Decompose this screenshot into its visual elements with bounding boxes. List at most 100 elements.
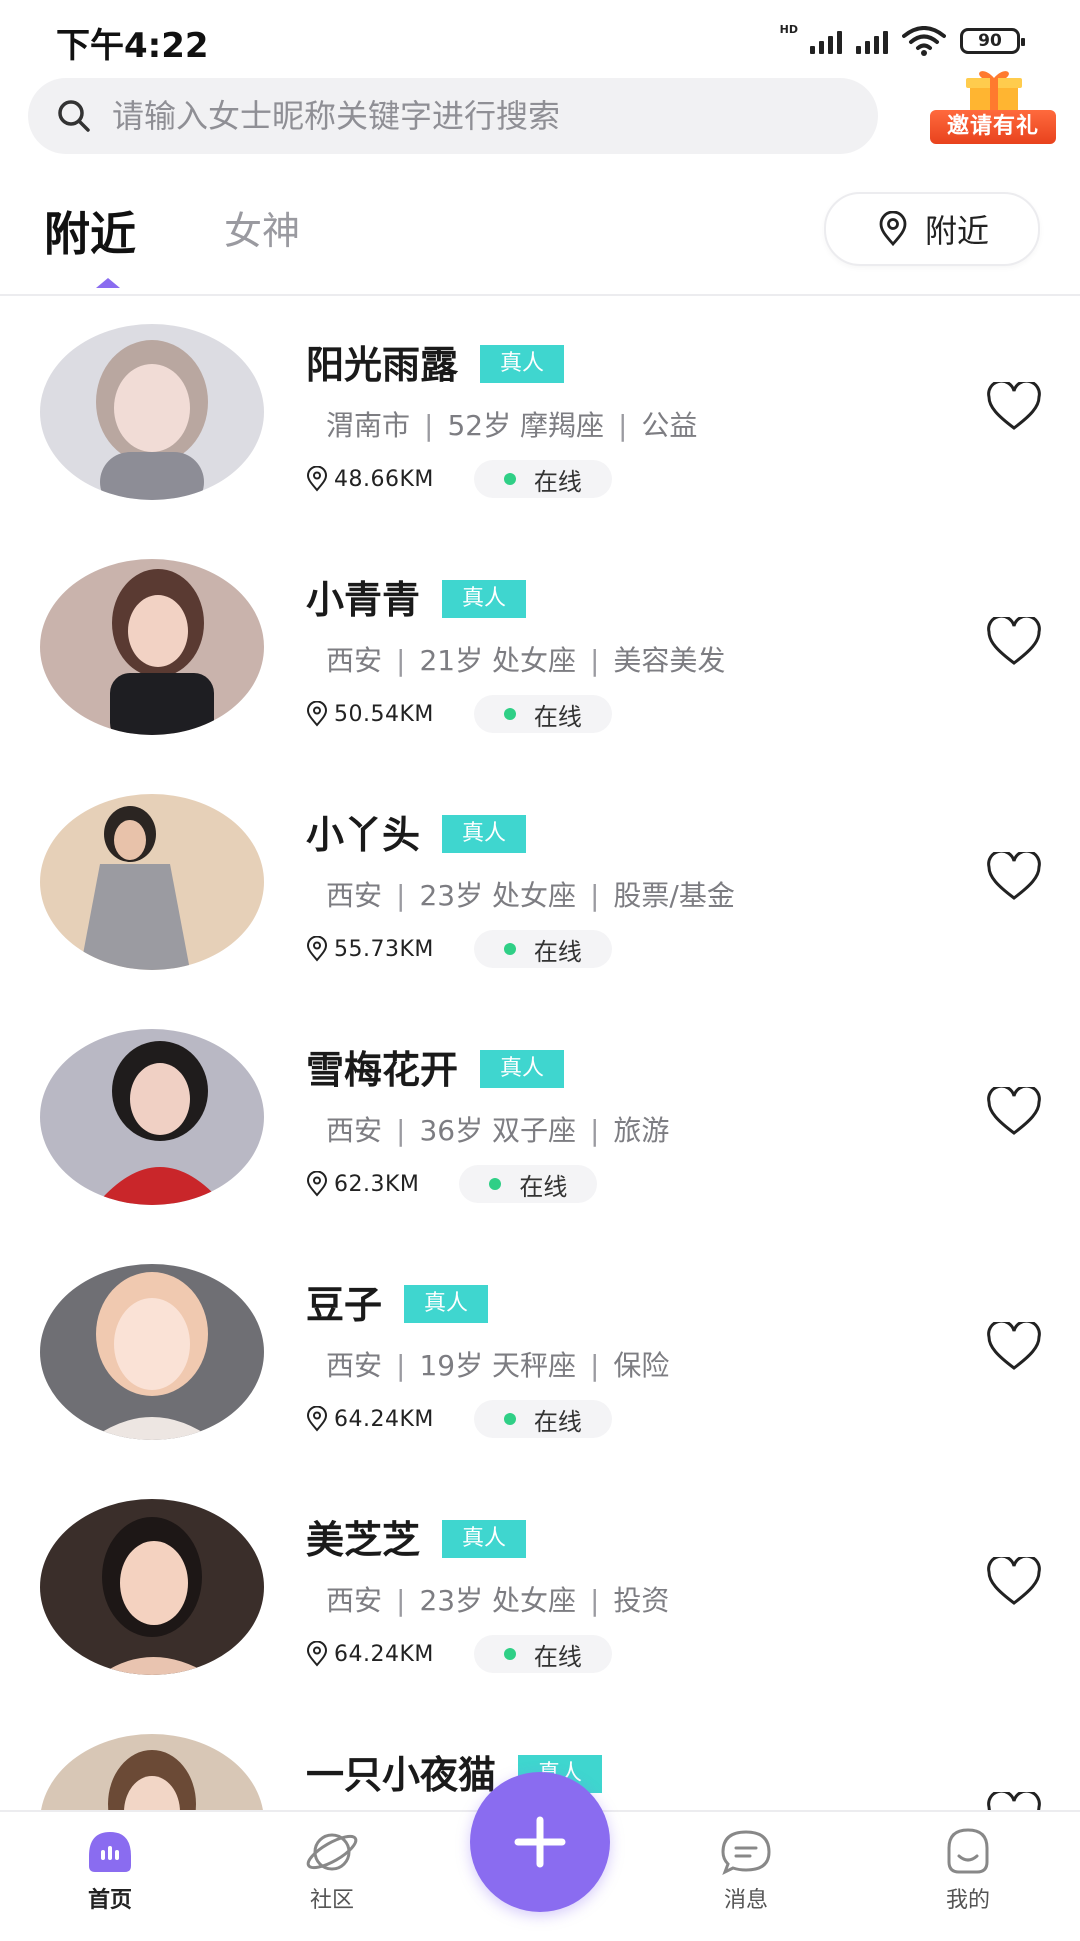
user-name: 小丫头 真人 <box>306 804 527 859</box>
online-dot <box>503 708 516 720</box>
search-icon <box>58 100 90 132</box>
heart-icon[interactable] <box>986 852 1042 902</box>
user-card[interactable]: 豆子 真人 西安 | 19岁 天秤座 | 保险 64.24KM 在线 <box>0 1236 1080 1471</box>
signal-icon <box>810 28 842 54</box>
nav-messages[interactable]: 消息 <box>686 1826 806 1914</box>
distance: 48.66KM <box>334 466 434 492</box>
heart-icon[interactable] <box>986 1087 1042 1137</box>
home-icon <box>89 1832 131 1872</box>
user-meta: 50.54KM 在线 <box>304 695 612 733</box>
user-card[interactable]: 小青青 真人 西安 | 21岁 处女座 | 美容美发 50.54KM 在线 <box>0 531 1080 766</box>
wifi-icon <box>902 26 946 56</box>
distance: 62.3KM <box>334 1171 420 1197</box>
heart-icon[interactable] <box>986 617 1042 667</box>
user-info: 西安 | 23岁 处女座 | 股票/基金 <box>326 879 735 912</box>
verified-badge: 真人 <box>480 344 565 383</box>
distance: 64.24KM <box>334 1406 434 1432</box>
invite-label: 邀请有礼 <box>930 110 1056 144</box>
user-meta: 55.73KM 在线 <box>304 930 612 968</box>
online-dot <box>503 473 516 485</box>
location-pin-icon <box>879 211 907 247</box>
online-status: 在线 <box>473 460 612 498</box>
planet-icon <box>306 1833 358 1871</box>
user-name: 小青青 真人 <box>306 569 527 624</box>
tab-nearby[interactable]: 附近 <box>44 198 136 264</box>
network-type: HD <box>779 22 798 36</box>
location-pin-icon <box>306 466 328 492</box>
user-name: 豆子 真人 <box>306 1274 489 1329</box>
user-card[interactable]: 阳光雨露 真人 渭南市 | 52岁 摩羯座 | 公益 48.66KM 在线 <box>0 296 1080 531</box>
tab-bar: 附近 女神 附近 <box>0 190 1080 296</box>
online-dot <box>503 1648 516 1660</box>
plus-icon <box>514 1816 566 1868</box>
nav-community-label: 社区 <box>309 1888 354 1913</box>
distance: 55.73KM <box>334 936 434 962</box>
online-dot <box>503 943 516 955</box>
status-bar: 下午4:22 HD 90 <box>0 0 1080 72</box>
location-filter-button[interactable]: 附近 <box>824 192 1040 266</box>
heart-icon[interactable] <box>986 1557 1042 1607</box>
user-info: 西安 | 36岁 双子座 | 旅游 <box>326 1114 670 1147</box>
online-status: 在线 <box>459 1165 598 1203</box>
signal-icon <box>856 28 888 54</box>
user-info: 西安 | 23岁 处女座 | 投资 <box>326 1584 670 1617</box>
user-meta: 62.3KM 在线 <box>304 1165 598 1203</box>
location-pin-icon <box>306 1171 328 1197</box>
verified-badge: 真人 <box>442 579 527 618</box>
location-pin-icon <box>306 701 328 727</box>
verified-badge: 真人 <box>404 1284 489 1323</box>
user-info: 西安 | 21岁 处女座 | 美容美发 <box>326 644 726 677</box>
avatar <box>40 1264 264 1440</box>
user-card[interactable]: 美芝芝 真人 西安 | 23岁 处女座 | 投资 64.24KM 在线 <box>0 1471 1080 1706</box>
tab-goddess[interactable]: 女神 <box>224 200 300 255</box>
tab-indicator <box>96 278 120 288</box>
user-card[interactable]: 雪梅花开 真人 西安 | 36岁 双子座 | 旅游 62.3KM 在线 <box>0 1001 1080 1236</box>
online-status: 在线 <box>473 1635 612 1673</box>
location-pin-icon <box>306 936 328 962</box>
online-dot <box>503 1413 516 1425</box>
user-card[interactable]: 小丫头 真人 西安 | 23岁 处女座 | 股票/基金 55.73KM 在线 <box>0 766 1080 1001</box>
search-bar[interactable] <box>28 78 878 154</box>
avatar <box>40 1499 264 1675</box>
nav-mine-label: 我的 <box>945 1888 990 1913</box>
nav-community[interactable]: 社区 <box>272 1826 392 1914</box>
user-list: 阳光雨露 真人 渭南市 | 52岁 摩羯座 | 公益 48.66KM 在线 小青青 真人 西… <box>0 296 1080 1941</box>
heart-icon[interactable] <box>986 1322 1042 1372</box>
user-meta: 48.66KM 在线 <box>304 460 612 498</box>
verified-badge: 真人 <box>442 814 527 853</box>
location-pin-icon <box>306 1406 328 1432</box>
message-icon <box>721 1830 771 1876</box>
battery-icon: 90 <box>960 28 1025 54</box>
avatar <box>40 559 264 735</box>
nav-home-label: 首页 <box>87 1888 132 1913</box>
distance: 50.54KM <box>334 701 434 727</box>
heart-icon[interactable] <box>986 382 1042 432</box>
status-icons: HD 90 <box>779 22 1025 56</box>
avatar <box>40 794 264 970</box>
location-pin-icon <box>306 1641 328 1667</box>
distance: 64.24KM <box>334 1641 434 1667</box>
location-filter-label: 附近 <box>924 212 989 250</box>
gift-icon <box>966 71 1022 114</box>
status-time: 下午4:22 <box>56 26 209 66</box>
search-input[interactable] <box>110 96 834 136</box>
user-info: 渭南市 | 52岁 摩羯座 | 公益 <box>326 409 698 442</box>
nav-messages-label: 消息 <box>723 1888 768 1913</box>
publish-button[interactable] <box>470 1772 610 1912</box>
verified-badge: 真人 <box>480 1049 565 1088</box>
avatar <box>40 324 264 500</box>
battery-level: 90 <box>978 31 1002 51</box>
nav-home[interactable]: 首页 <box>50 1826 170 1914</box>
user-meta: 64.24KM 在线 <box>304 1635 612 1673</box>
user-info: 西安 | 19岁 天秤座 | 保险 <box>326 1349 670 1382</box>
online-status: 在线 <box>473 930 612 968</box>
online-status: 在线 <box>473 1400 612 1438</box>
user-name: 美芝芝 真人 <box>306 1509 527 1564</box>
invite-button[interactable]: 邀请有礼 <box>930 68 1056 148</box>
online-status: 在线 <box>473 695 612 733</box>
user-meta: 64.24KM 在线 <box>304 1400 612 1438</box>
verified-badge: 真人 <box>442 1519 527 1558</box>
user-name: 阳光雨露 真人 <box>306 334 565 389</box>
avatar <box>40 1029 264 1205</box>
nav-mine[interactable]: 我的 <box>908 1826 1028 1914</box>
